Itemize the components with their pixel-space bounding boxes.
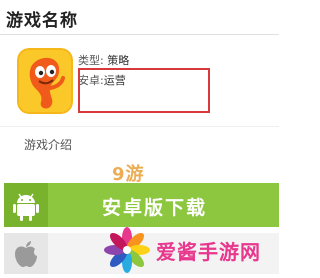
type-label: 类型: [78,54,104,67]
header-divider [0,34,279,35]
section-divider [0,126,279,127]
android-download-label: 安卓版下载 [102,197,208,219]
highlight-box [78,68,210,113]
type-row: 类型: 策略 [78,52,129,68]
android-icon [4,183,48,227]
apple-icon [4,233,48,274]
mascot-app-icon [17,48,73,114]
type-value: 策略 [107,54,130,67]
site-name-watermark: 爱酱手游网 [156,240,261,264]
pinwheel-logo [100,226,154,274]
android-download-button[interactable]: 安卓版下载 [4,183,279,227]
page-title: 游戏名称 [6,11,78,31]
intro-section-label[interactable]: 游戏介绍 [24,136,72,153]
